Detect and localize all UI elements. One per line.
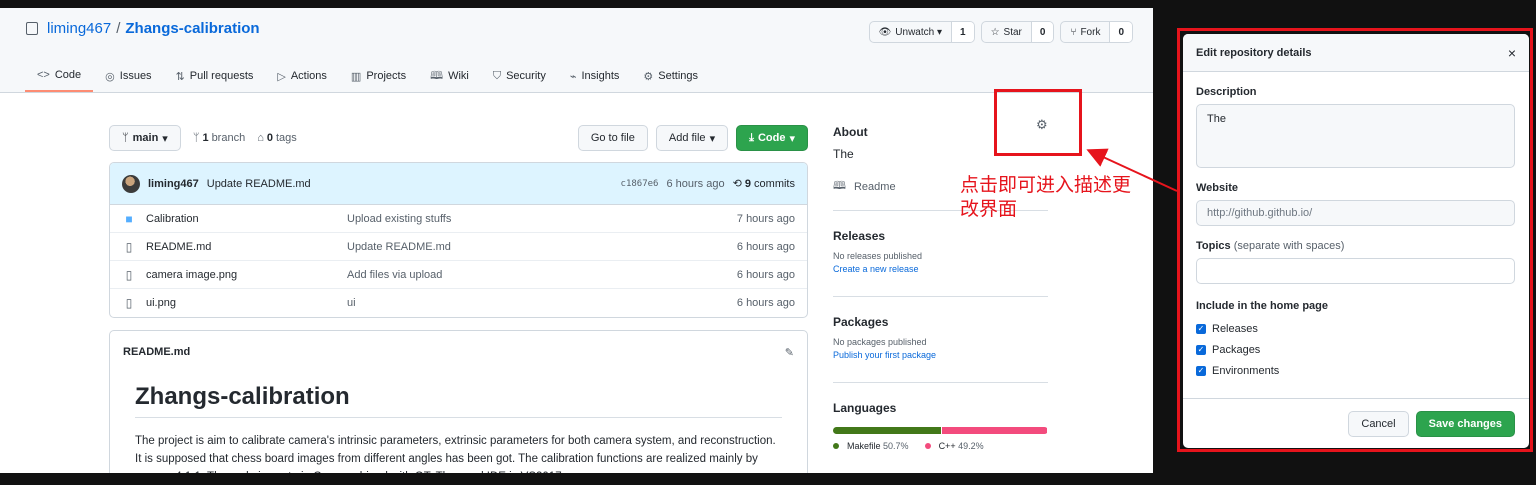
checkmark-icon[interactable]: ✓ xyxy=(1196,323,1206,334)
include-label: Include in the home page xyxy=(1196,300,1329,312)
description-textarea[interactable]: The xyxy=(1196,104,1515,168)
dialog-header: Edit repository details × xyxy=(1183,34,1529,72)
checkbox-label: Releases xyxy=(1212,322,1258,335)
edit-repository-dialog: Edit repository details × Description Th… xyxy=(1183,34,1529,448)
topics-hint: (separate with spaces) xyxy=(1233,240,1345,252)
dialog-footer: Cancel Save changes xyxy=(1183,398,1529,448)
environments-checkbox[interactable]: ✓ Environments xyxy=(1196,360,1516,381)
checkbox-label: Environments xyxy=(1212,364,1280,377)
checkbox-label: Packages xyxy=(1212,343,1261,356)
topics-input[interactable] xyxy=(1196,258,1515,284)
website-input[interactable]: http://github.github.io/ xyxy=(1196,200,1515,226)
cancel-button[interactable]: Cancel xyxy=(1348,410,1409,437)
website-label: Website xyxy=(1196,182,1238,194)
checkmark-icon[interactable]: ✓ xyxy=(1196,365,1206,376)
close-icon[interactable]: × xyxy=(1508,45,1516,61)
topics-label: Topics (separate with spaces) xyxy=(1196,240,1516,252)
checkmark-icon[interactable]: ✓ xyxy=(1196,344,1206,355)
arrow-line xyxy=(1086,148,1178,192)
dialog-title: Edit repository details xyxy=(1196,46,1312,59)
save-changes-button[interactable]: Save changes xyxy=(1415,410,1515,437)
releases-checkbox[interactable]: ✓ Releases xyxy=(1196,318,1516,339)
packages-checkbox[interactable]: ✓ Packages xyxy=(1196,339,1516,360)
dialog-body: Description The Website http://github.gi… xyxy=(1183,72,1529,381)
topics-label-text: Topics xyxy=(1196,240,1231,252)
description-label: Description xyxy=(1196,86,1257,98)
